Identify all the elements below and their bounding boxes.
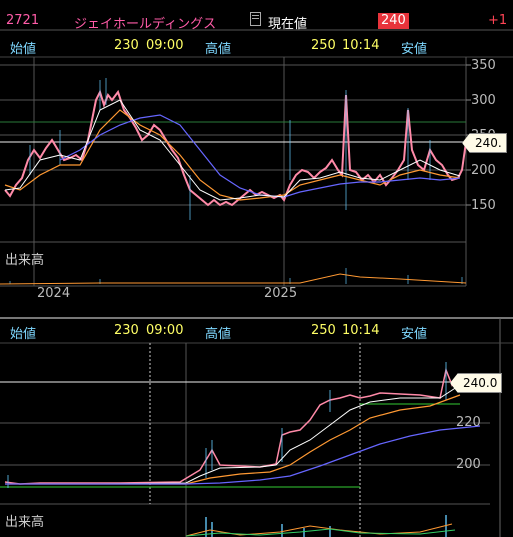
y-tick-200b: 200: [456, 457, 481, 472]
chart-canvas[interactable]: [0, 0, 513, 537]
x-tick-2024: 2024: [37, 286, 71, 301]
y-tick-200: 200: [471, 163, 496, 178]
y-tick-150: 150: [471, 198, 496, 213]
y-tick-220: 220: [456, 415, 481, 430]
y-tick-350: 350: [471, 58, 496, 73]
y-tick-300: 300: [471, 93, 496, 108]
top-volume-label: 出来高: [5, 253, 45, 268]
bottom-price-tag: 240.0: [450, 373, 503, 393]
bottom-volume-label: 出来高: [5, 515, 45, 530]
x-tick-2025: 2025: [264, 286, 298, 301]
top-price-tag: 240.: [462, 133, 507, 153]
